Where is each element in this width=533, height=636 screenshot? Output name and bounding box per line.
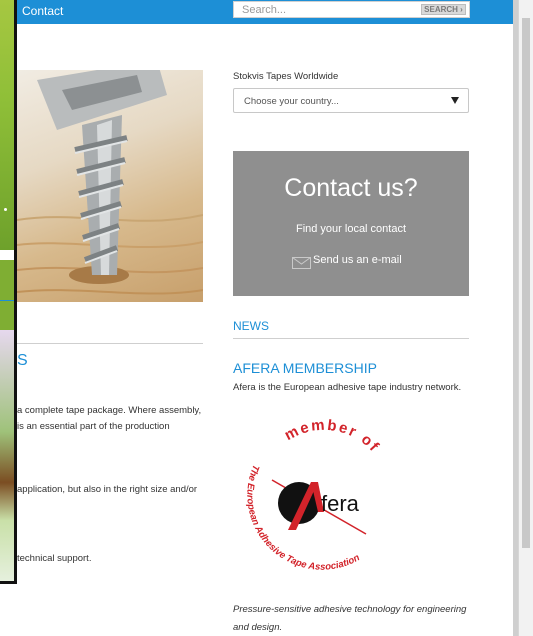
country-select[interactable]: Choose your country... <box>233 88 469 113</box>
news-divider <box>233 338 469 339</box>
news-item-title[interactable]: AFERA MEMBERSHIP <box>233 360 377 376</box>
news-item-description: Afera is the European adhesive tape indu… <box>233 382 462 393</box>
search-box: SEARCH › <box>233 1 470 18</box>
left-divider <box>17 343 203 344</box>
country-select-value: Choose your country... <box>244 96 339 107</box>
left-text-line: application, but also in the right size … <box>17 484 198 495</box>
worldwide-label: Stokvis Tapes Worldwide <box>233 71 339 82</box>
mail-icon <box>292 257 311 269</box>
contact-us-box: Contact us? Find your local contact Send… <box>233 151 469 296</box>
search-input[interactable] <box>234 2 414 17</box>
news-heading: NEWS <box>233 319 269 333</box>
left-text-line: is an essential part of the production <box>17 421 170 432</box>
top-navigation-bar: Contact SEARCH › <box>0 0 518 24</box>
logo-brand-text: fera <box>321 491 360 516</box>
overlay-stripe <box>0 250 14 260</box>
left-overlay-panel <box>0 0 17 584</box>
overlay-bottom-image <box>0 330 14 581</box>
contact-title: Contact us? <box>284 174 418 202</box>
vertical-scrollbar[interactable] <box>518 0 533 636</box>
find-local-contact-link[interactable]: Find your local contact <box>233 223 469 235</box>
overlay-line <box>0 300 14 301</box>
nav-link-contact[interactable]: Contact <box>22 4 63 18</box>
logo-top-text: member of <box>282 417 381 456</box>
afera-member-logo: member of The European Adhesive Tape Ass… <box>244 417 383 573</box>
scrollbar-thumb[interactable] <box>522 18 530 548</box>
afera-footer-text: Pressure-sensitive adhesive technology f… <box>233 601 466 636</box>
afera-footer-line: and design. <box>233 622 283 633</box>
overlay-green-image <box>0 0 14 250</box>
left-text-line: a complete tape package. Where assembly, <box>17 405 202 416</box>
left-text-line: technical support. <box>17 553 92 564</box>
send-email-link[interactable]: Send us an e-mail <box>313 254 402 266</box>
chevron-down-icon <box>451 97 459 104</box>
afera-footer-line: Pressure-sensitive adhesive technology f… <box>233 604 467 615</box>
svg-text:member of: member of <box>282 417 383 456</box>
overlay-dot <box>4 208 7 211</box>
search-button[interactable]: SEARCH › <box>421 4 466 15</box>
screw-photo <box>17 70 203 302</box>
left-section-heading: S <box>17 352 28 369</box>
